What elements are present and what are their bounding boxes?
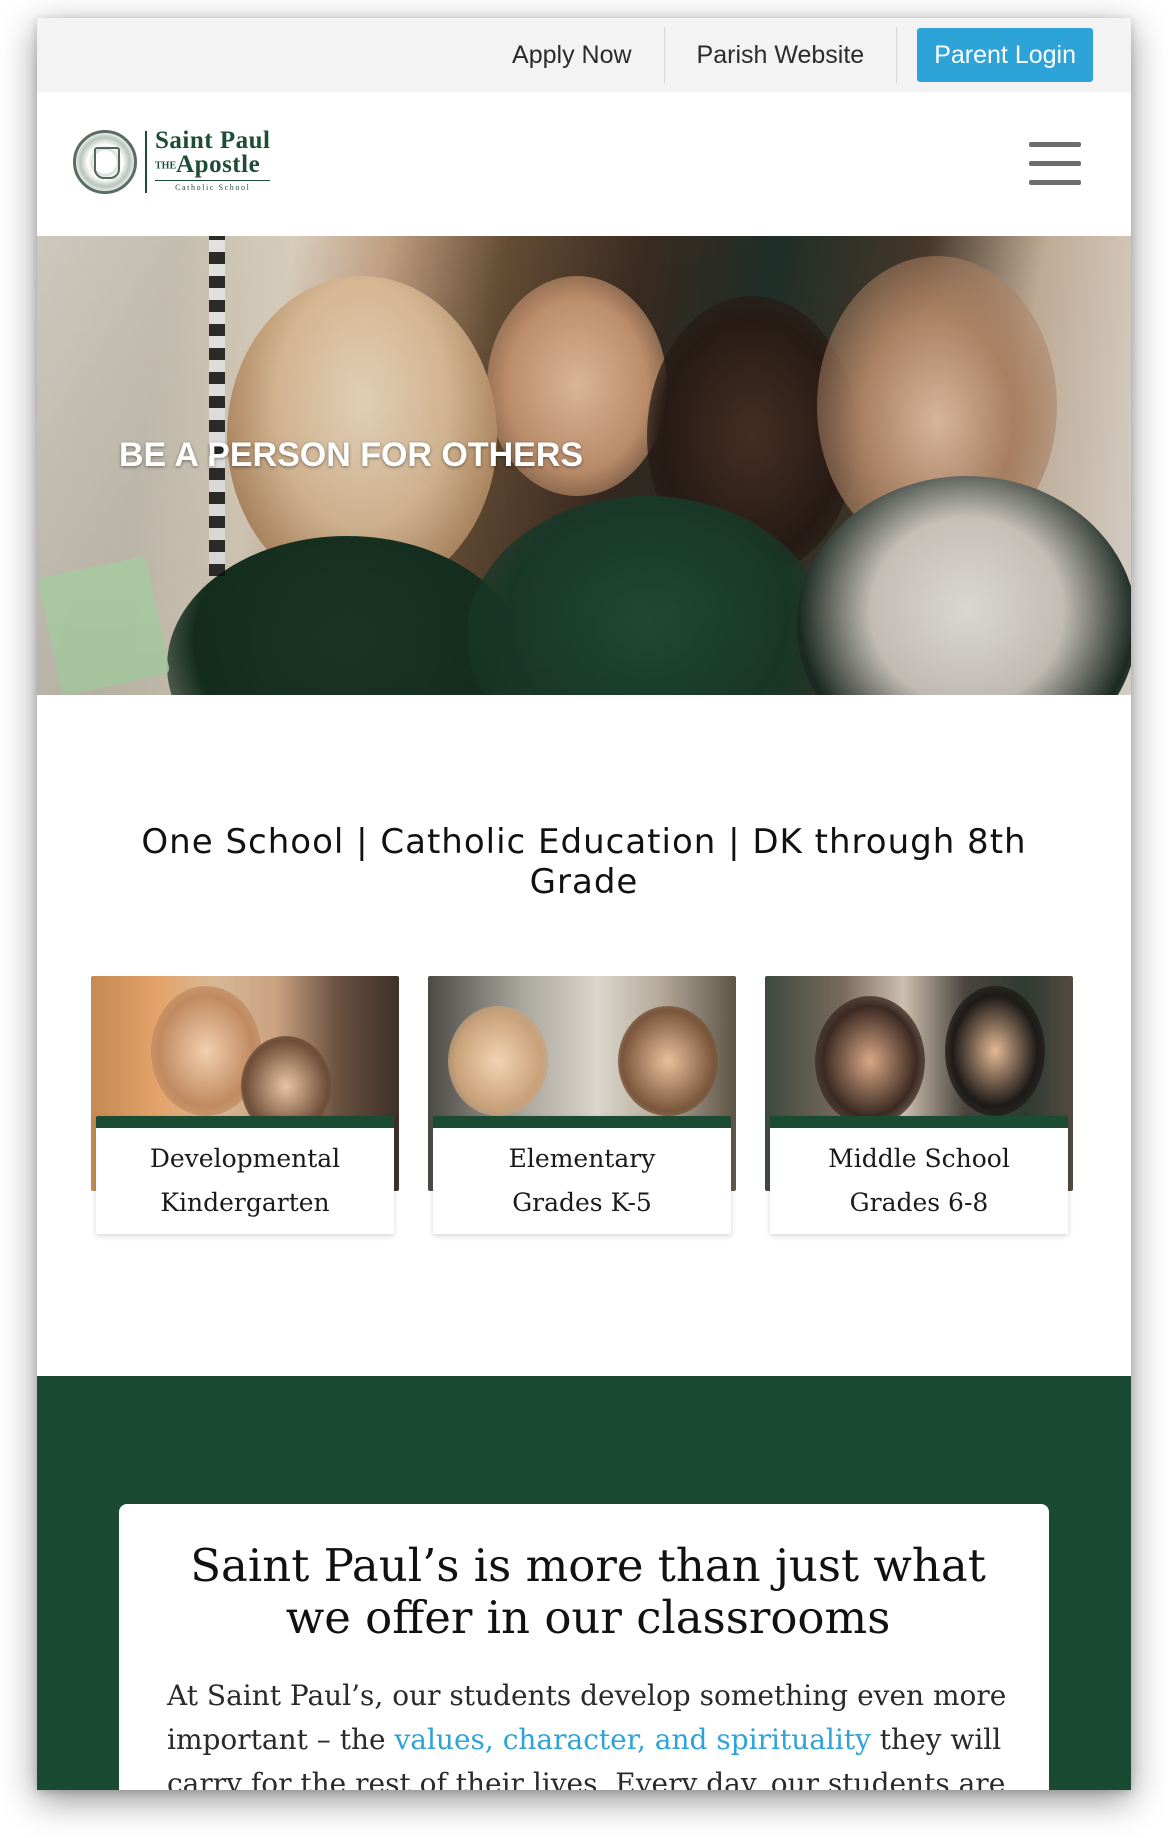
program-card-label: Developmental Kindergarten: [96, 1116, 394, 1234]
hamburger-bar: [1029, 161, 1081, 166]
hamburger-icon[interactable]: [1029, 142, 1081, 186]
values-link[interactable]: values, character, and spirituality: [394, 1723, 870, 1756]
about-panel: Saint Paul’s is more than just what we o…: [119, 1504, 1049, 1790]
school-logo[interactable]: Saint Paul THEApostle Catholic School: [73, 127, 271, 195]
program-card-middle-school[interactable]: Middle School Grades 6-8: [765, 976, 1073, 1234]
program-photo-shape: [618, 1006, 718, 1116]
program-card-elementary[interactable]: Elementary Grades K-5: [428, 976, 736, 1234]
logo-line2: THEApostle: [155, 151, 270, 178]
program-photo-shape: [815, 996, 925, 1126]
utility-bar: Apply Now Parish Website Parent Login: [37, 18, 1131, 92]
hero-title: BE A PERSON FOR OTHERS: [119, 436, 584, 474]
school-seal-icon: [73, 129, 137, 194]
school-tagline: One School | Catholic Education | DK thr…: [141, 822, 1027, 902]
about-heading: Saint Paul’s is more than just what we o…: [190, 1539, 986, 1644]
program-cards: Developmental Kindergarten Elementary Gr…: [91, 976, 1077, 1236]
program-subtitle: Grades K-5: [512, 1188, 652, 1217]
parent-login-button[interactable]: Parent Login: [917, 28, 1093, 82]
program-subtitle: Grades 6-8: [849, 1188, 989, 1217]
logo-line1: Saint Paul: [155, 127, 271, 154]
program-subtitle: Kindergarten: [160, 1188, 330, 1217]
parish-website-link[interactable]: Parish Website: [665, 27, 897, 83]
hamburger-bar: [1029, 180, 1081, 185]
hero-banner: BE A PERSON FOR OTHERS: [37, 236, 1131, 695]
program-title: Elementary: [508, 1144, 656, 1173]
program-card-label: Middle School Grades 6-8: [770, 1116, 1068, 1234]
program-title: Middle School: [828, 1144, 1010, 1173]
program-title: Developmental: [149, 1144, 341, 1173]
logo-line2-word: Apostle: [176, 151, 261, 178]
logo-divider: [145, 130, 147, 193]
logo-line2-prefix: THE: [155, 160, 177, 172]
program-card-dk[interactable]: Developmental Kindergarten: [91, 976, 399, 1234]
hamburger-bar: [1029, 142, 1081, 147]
logo-wordmark: Saint Paul THEApostle Catholic School: [155, 127, 271, 195]
utility-divider: [896, 27, 898, 83]
browser-viewport: Apply Now Parish Website Parent Login Sa…: [37, 18, 1131, 1790]
logo-line3: Catholic School: [155, 180, 271, 195]
site-header: Saint Paul THEApostle Catholic School: [37, 92, 1131, 236]
program-photo-shape: [945, 986, 1045, 1116]
about-text: At Saint Paul’s, our students develop so…: [167, 1674, 1009, 1790]
program-photo-shape: [448, 1006, 548, 1116]
apply-now-link[interactable]: Apply Now: [480, 27, 664, 83]
about-section: Saint Paul’s is more than just what we o…: [37, 1376, 1131, 1790]
program-card-label: Elementary Grades K-5: [433, 1116, 731, 1234]
